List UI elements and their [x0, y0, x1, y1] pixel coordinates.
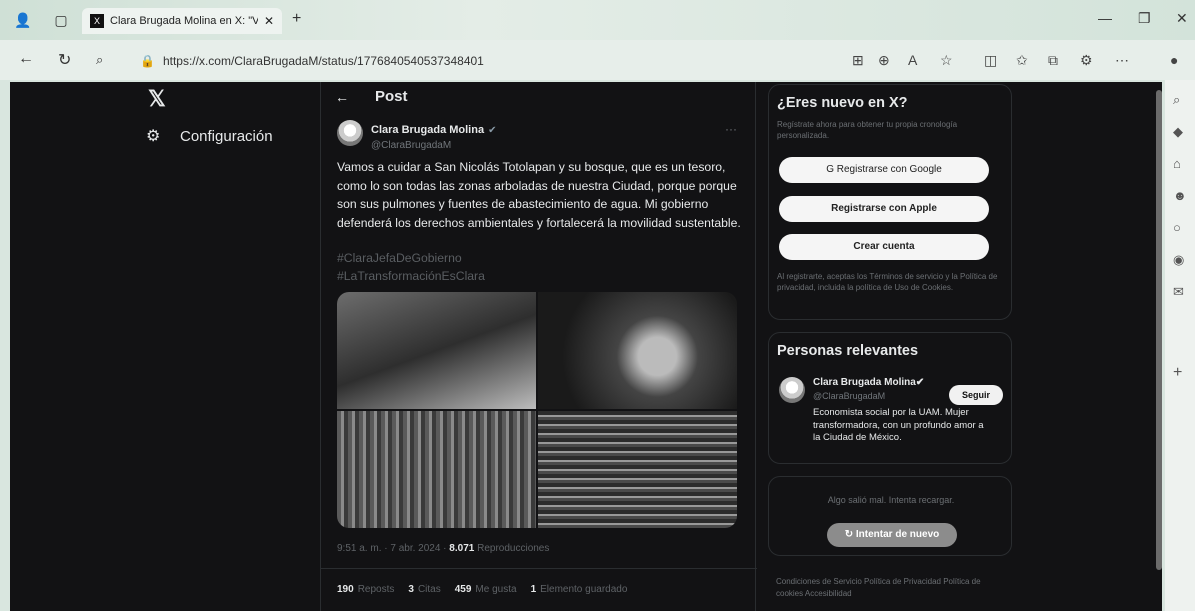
apple-signup-button[interactable]: Registrarse con Apple: [779, 196, 989, 222]
refresh-icon[interactable]: ↻: [58, 50, 71, 70]
profile-icon[interactable]: 👤: [12, 10, 34, 30]
favorites-icon[interactable]: ✩: [1016, 52, 1028, 69]
verified-badge-icon: ✔: [915, 377, 925, 388]
apps-icon[interactable]: ⊞: [852, 52, 864, 69]
views-label: Reproducciones: [474, 543, 550, 554]
signup-legal: Al registrarte, aceptas los Términos de …: [777, 272, 998, 292]
bookmarks-stat[interactable]: 1 Elemento guardado: [531, 584, 628, 595]
settings-label: Configuración: [180, 127, 273, 145]
url-text: https://x.com/ClaraBrugadaM/status/17768…: [162, 54, 484, 68]
relevant-name[interactable]: Clara Brugada Molina✔: [813, 377, 924, 388]
address-bar[interactable]: 🔒 https://x.com/ClaraBrugadaM/status/177…: [140, 48, 845, 74]
browser-nav-bar: ← ↻ ⌕ 🔒 https://x.com/ClaraBrugadaM/stat…: [0, 40, 1195, 80]
post-photo[interactable]: [337, 411, 536, 528]
extensions-icon[interactable]: ⚙: [1080, 52, 1093, 69]
sidebar-office-icon[interactable]: ◉: [1173, 252, 1184, 268]
error-message: Algo salió mal. Intenta recargar.: [827, 495, 955, 505]
collections-icon[interactable]: ⧉: [1048, 52, 1058, 69]
post-photo[interactable]: [538, 411, 737, 528]
reposts-stat[interactable]: 190 Reposts: [337, 584, 394, 595]
read-aloud-icon[interactable]: A: [908, 52, 917, 68]
create-account-button[interactable]: Crear cuenta: [779, 234, 989, 260]
post-photo[interactable]: [538, 292, 737, 409]
split-screen-icon[interactable]: ◫: [984, 52, 997, 69]
quotes-stat[interactable]: 3 Citas: [408, 584, 440, 595]
google-icon: G: [826, 164, 837, 175]
page-title: Post: [375, 88, 408, 105]
hashtag-link[interactable]: #LaTransformaciónEsClara: [337, 269, 485, 283]
error-card: Algo salió mal. Intenta recargar. ↻ Inte…: [768, 476, 1012, 556]
refresh-icon: ↻: [844, 529, 856, 540]
views-count: 8.071: [449, 543, 475, 554]
browser-tab-bar: 👤 ▢ X Clara Brugada Molina en X: "Vam ✕ …: [0, 0, 1195, 40]
footer-links[interactable]: Condiciones de Servicio Política de Priv…: [776, 576, 1006, 600]
restore-icon[interactable]: ❐: [1138, 10, 1151, 27]
signup-card: ¿Eres nuevo en X? Regístrate ahora para …: [768, 84, 1012, 320]
post-time[interactable]: 9:51 a. m. · 7 abr. 2024 ·: [337, 543, 449, 554]
more-options-icon[interactable]: ···: [725, 122, 737, 136]
divider: [321, 568, 757, 569]
relevant-handle[interactable]: @ClaraBrugadaM: [813, 391, 885, 401]
verified-badge-icon: ✔: [488, 125, 497, 136]
more-menu-icon[interactable]: ⋯: [1115, 52, 1129, 69]
search-icon[interactable]: ⌕: [96, 52, 103, 68]
new-tab-icon[interactable]: +: [292, 10, 301, 28]
post-header: ← Post: [335, 88, 408, 105]
tab-title: Clara Brugada Molina en X: "Vam: [110, 15, 258, 27]
window-close-icon[interactable]: ✕: [1176, 10, 1188, 27]
copilot-icon[interactable]: ●: [1170, 52, 1178, 68]
x-page: 𝕏 ⚙ Configuración ← Post Clara Brugada M…: [10, 82, 1162, 611]
x-logo[interactable]: 𝕏: [148, 86, 166, 112]
post-photo[interactable]: [337, 292, 536, 409]
scrollbar[interactable]: [1156, 90, 1162, 570]
author-name[interactable]: Clara Brugada Molina: [371, 124, 484, 136]
x-favicon-icon: X: [90, 14, 104, 28]
settings-link[interactable]: ⚙ Configuración: [146, 126, 273, 146]
sidebar-tools-icon[interactable]: ⌂: [1173, 156, 1181, 171]
zoom-icon[interactable]: ⊕: [878, 52, 890, 69]
relevant-title: Personas relevantes: [777, 343, 919, 359]
retry-button[interactable]: ↻ Intentar de nuevo: [827, 523, 957, 547]
sidebar-people-icon[interactable]: ☻: [1173, 188, 1187, 203]
post-author[interactable]: Clara Brugada Molina ✔ @ClaraBrugadaM: [337, 120, 496, 151]
back-arrow-icon[interactable]: ←: [335, 89, 349, 105]
sidebar-add-icon[interactable]: +: [1173, 364, 1182, 382]
likes-stat[interactable]: 459 Me gusta: [455, 584, 517, 595]
sidebar-outlook-icon[interactable]: ✉: [1173, 284, 1184, 300]
sidebar-circle-icon[interactable]: ○: [1173, 220, 1181, 235]
tab-actions-icon[interactable]: ▢: [50, 10, 72, 30]
signup-title: ¿Eres nuevo en X?: [777, 95, 908, 111]
sidebar-tag-icon[interactable]: ◆: [1173, 124, 1183, 140]
relevant-bio: Economista social por la UAM. Mujer tran…: [813, 407, 984, 443]
post-stats: 190 Reposts 3 Citas 459 Me gusta 1 Elemento …: [337, 584, 627, 595]
avatar[interactable]: [337, 120, 363, 146]
post-text: Vamos a cuidar a San Nicolás Totolapan y…: [337, 160, 741, 230]
hashtag-link[interactable]: #ClaraJefaDeGobierno: [337, 251, 462, 265]
avatar[interactable]: [779, 377, 805, 403]
post-column: ← Post Clara Brugada Molina ✔ @ClaraBruga…: [320, 82, 757, 611]
gear-icon: ⚙: [146, 128, 161, 145]
post-media-grid[interactable]: [337, 292, 737, 528]
relevant-people-card: Personas relevantes Clara Brugada Molina…: [768, 332, 1012, 464]
browser-sidebar: ⌕ ◆ ⌂ ☻ ○ ◉ ✉ +: [1165, 80, 1195, 611]
follow-button[interactable]: Seguir: [949, 385, 1003, 405]
sidebar-search-icon[interactable]: ⌕: [1173, 92, 1180, 108]
minimize-icon[interactable]: —: [1098, 10, 1112, 26]
favorite-star-icon[interactable]: ☆: [940, 52, 953, 69]
author-handle[interactable]: @ClaraBrugadaM: [371, 140, 496, 151]
signup-subtitle: Regístrate ahora para obtener tu propia …: [777, 120, 958, 140]
post-meta: 9:51 a. m. · 7 abr. 2024 · 8.071 Reprodu…: [337, 543, 549, 554]
back-icon[interactable]: ←: [18, 50, 34, 68]
site-info-icon[interactable]: 🔒: [140, 54, 155, 68]
tab-close-icon[interactable]: ✕: [264, 14, 274, 28]
browser-tab[interactable]: X Clara Brugada Molina en X: "Vam ✕: [82, 8, 282, 34]
google-signup-button[interactable]: G Registrarse con Google: [779, 157, 989, 183]
